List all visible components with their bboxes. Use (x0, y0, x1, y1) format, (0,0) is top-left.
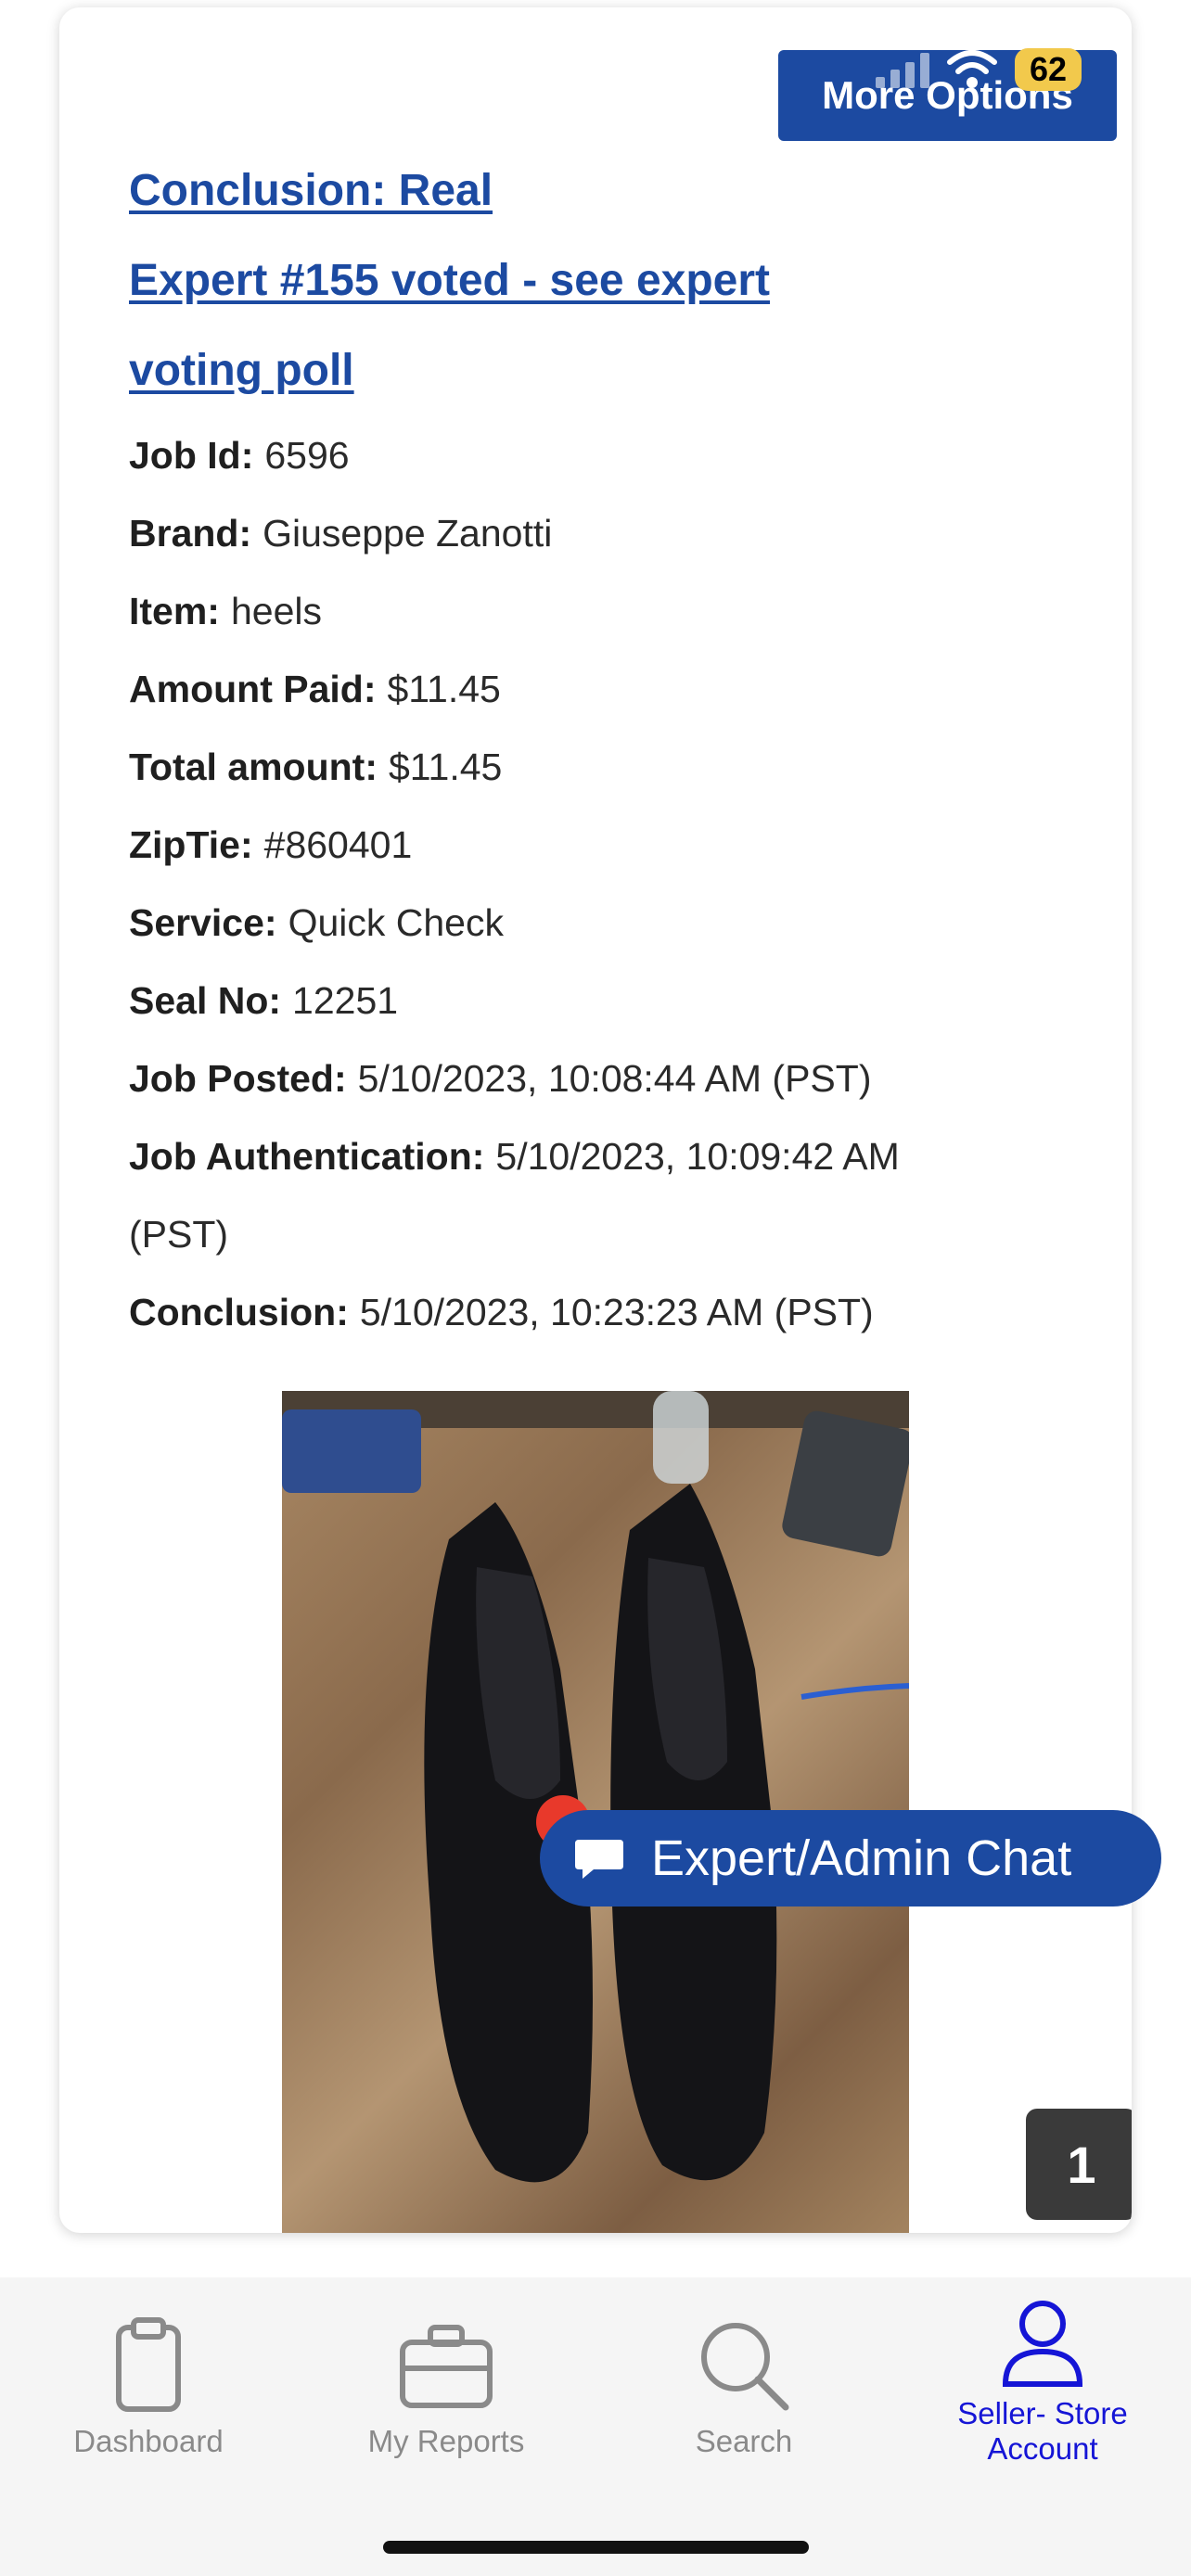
service-label: Service: (129, 901, 277, 944)
tab-search-label: Search (695, 2424, 793, 2458)
job-id-label: Job Id: (129, 434, 254, 477)
job-auth-label: Job Authentication: (129, 1135, 485, 1178)
expert-admin-chat-button[interactable]: Expert/Admin Chat (540, 1810, 1161, 1906)
wifi-icon (947, 50, 997, 88)
ziptie-label: ZipTie: (129, 823, 253, 866)
total-amount-value: $11.45 (388, 746, 503, 788)
status-indicators: 62 (876, 48, 1082, 91)
seal-value: 12251 (292, 979, 399, 1022)
amount-paid-label: Amount Paid: (129, 668, 377, 710)
tab-seller-store-label-2: Account (987, 2431, 1098, 2466)
expert-voting-link-cont[interactable]: voting poll (129, 345, 354, 396)
brand-label: Brand: (129, 512, 252, 555)
tab-seller-store-account[interactable]: Seller- Store Account (903, 2296, 1182, 2467)
item-value: heels (230, 590, 322, 632)
tab-my-reports[interactable]: My Reports (307, 2315, 585, 2459)
tab-seller-store-label-1: Seller- Store (957, 2396, 1128, 2430)
total-amount-row: Total amount: $11.45 (129, 746, 502, 789)
conclusion-row: Conclusion: 5/10/2023, 10:23:23 AM (PST) (129, 1291, 874, 1334)
service-value: Quick Check (288, 901, 504, 944)
service-row: Service: Quick Check (129, 901, 504, 945)
tab-dashboard[interactable]: Dashboard (9, 2315, 288, 2459)
brand-value: Giuseppe Zanotti (263, 512, 553, 555)
job-auth-value: 5/10/2023, 10:09:42 AM (495, 1135, 900, 1178)
brand-row: Brand: Giuseppe Zanotti (129, 512, 552, 555)
job-auth-row: Job Authentication: 5/10/2023, 10:09:42 A… (129, 1135, 900, 1179)
bottom-tab-bar: Dashboard My Reports Search Seller- Stor… (0, 2277, 1191, 2576)
conclusion-link[interactable]: Conclusion: Real (129, 165, 493, 216)
seal-label: Seal No: (129, 979, 282, 1022)
briefcase-icon (400, 2325, 493, 2408)
job-posted-value: 5/10/2023, 10:08:44 AM (PST) (357, 1057, 872, 1100)
job-id-row: Job Id: 6596 (129, 434, 350, 478)
clipboard-icon (116, 2317, 181, 2412)
tab-dashboard-label: Dashboard (73, 2424, 224, 2458)
ziptie-value: #860401 (263, 823, 413, 866)
amount-paid-value: $11.45 (387, 668, 501, 710)
chat-bubble-icon (575, 1840, 623, 1879)
conclusion-label: Conclusion: (129, 1291, 349, 1333)
expert-voting-link[interactable]: Expert #155 voted - see expert (129, 255, 770, 306)
amount-paid-row: Amount Paid: $11.45 (129, 668, 501, 711)
job-id-value: 6596 (264, 434, 350, 477)
seal-row: Seal No: 12251 (129, 979, 398, 1023)
job-posted-label: Job Posted: (129, 1057, 347, 1100)
job-auth-value-cont: (PST) (129, 1213, 229, 1256)
tab-my-reports-label: My Reports (367, 2424, 525, 2458)
photo-counter-badge: 1 (1026, 2109, 1132, 2220)
job-posted-row: Job Posted: 5/10/2023, 10:08:44 AM (PST) (129, 1057, 871, 1101)
total-amount-label: Total amount: (129, 746, 378, 788)
job-auth-row-cont: (PST) (129, 1213, 228, 1256)
ziptie-row: ZipTie: #860401 (129, 823, 412, 867)
item-row: Item: heels (129, 590, 322, 633)
tab-search[interactable]: Search (605, 2315, 883, 2459)
user-icon (1002, 2301, 1083, 2387)
home-indicator (383, 2541, 809, 2554)
conclusion-value: 5/10/2023, 10:23:23 AM (PST) (359, 1291, 874, 1333)
chat-label: Expert/Admin Chat (651, 1830, 1072, 1886)
signal-icon (876, 51, 929, 88)
battery-indicator: 62 (1015, 48, 1082, 91)
search-icon (701, 2323, 789, 2411)
item-label: Item: (129, 590, 220, 632)
